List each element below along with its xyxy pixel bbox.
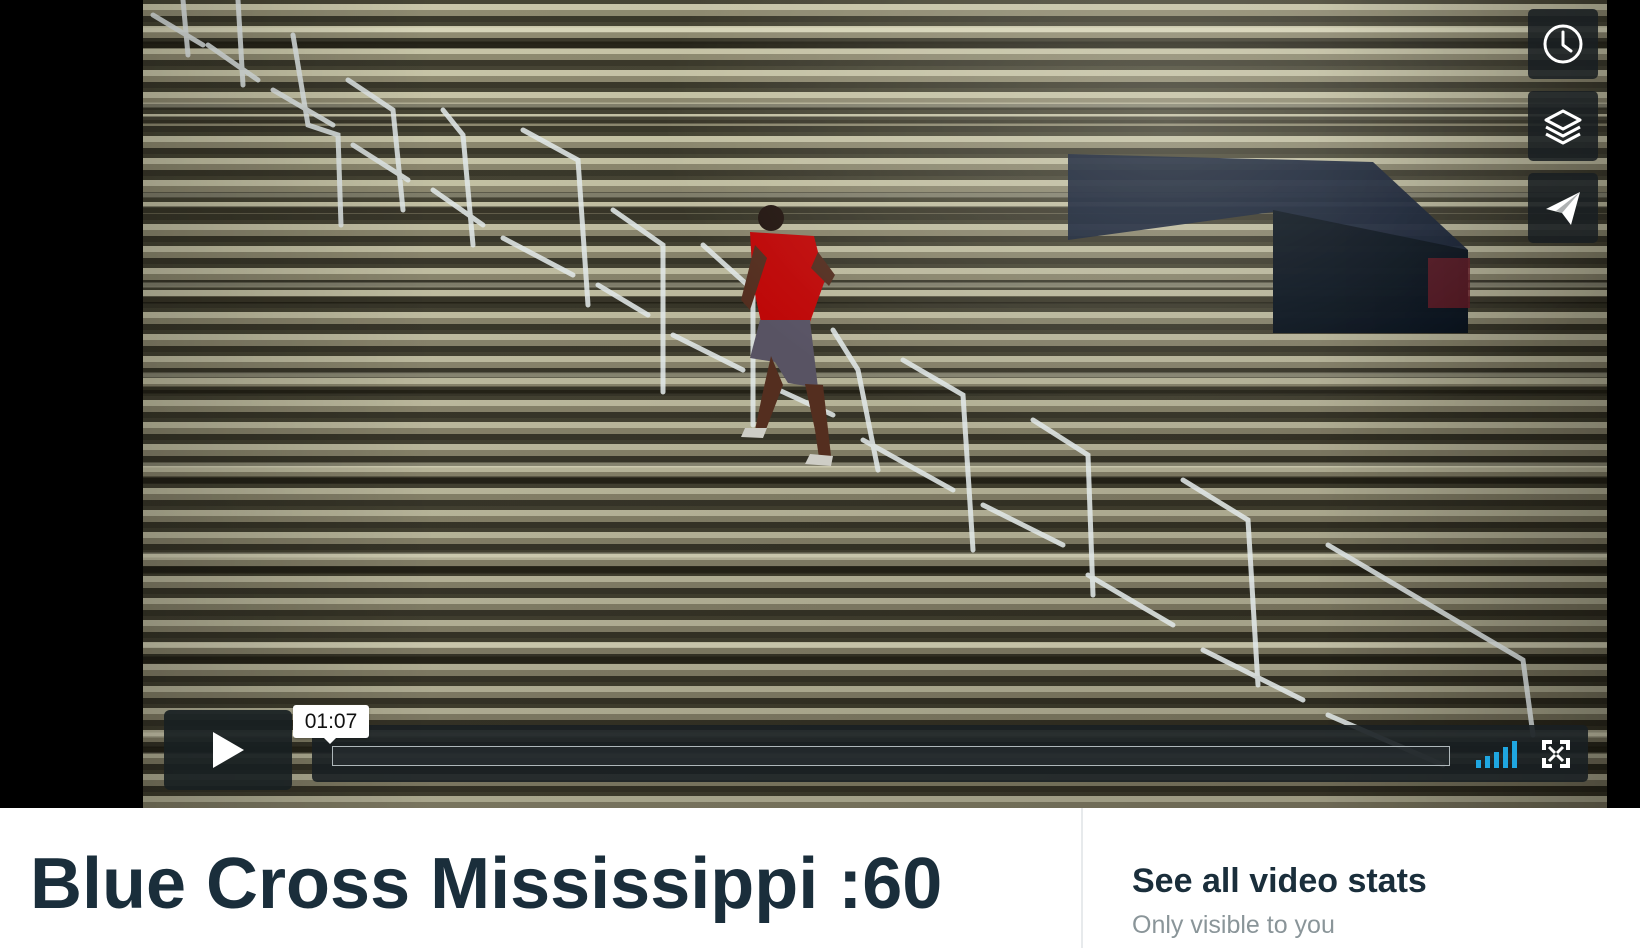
paper-plane-icon	[1546, 192, 1580, 225]
collections-button[interactable]	[1528, 91, 1598, 161]
stats-panel: See all video stats Only visible to you	[1083, 808, 1640, 948]
video-player[interactable]: 01:07	[0, 0, 1640, 808]
control-rail	[312, 725, 1588, 782]
clock-icon	[1543, 24, 1583, 64]
side-controls	[1528, 9, 1598, 243]
current-time-tooltip: 01:07	[293, 705, 369, 744]
see-all-video-stats-link[interactable]: See all video stats	[1132, 862, 1427, 901]
volume-bars-icon[interactable]	[1476, 740, 1524, 768]
play-icon	[213, 732, 244, 768]
video-title: Blue Cross Mississippi :60	[30, 844, 943, 924]
video-title-area: Blue Cross Mississippi :60	[0, 808, 1080, 948]
share-button[interactable]	[1528, 173, 1598, 243]
play-button[interactable]	[164, 710, 292, 790]
stats-visibility-note: Only visible to you	[1132, 911, 1335, 939]
video-page: 01:07 Blue Cross Mississippi :60 See all…	[0, 0, 1640, 948]
video-lighting-overlay	[143, 0, 1607, 808]
video-controlbar[interactable]	[164, 710, 1588, 790]
watch-later-button[interactable]	[1528, 9, 1598, 79]
progress-bar[interactable]	[332, 746, 1450, 766]
fullscreen-icon[interactable]	[1541, 739, 1571, 769]
video-frame[interactable]	[143, 0, 1607, 808]
layers-icon	[1544, 109, 1582, 145]
